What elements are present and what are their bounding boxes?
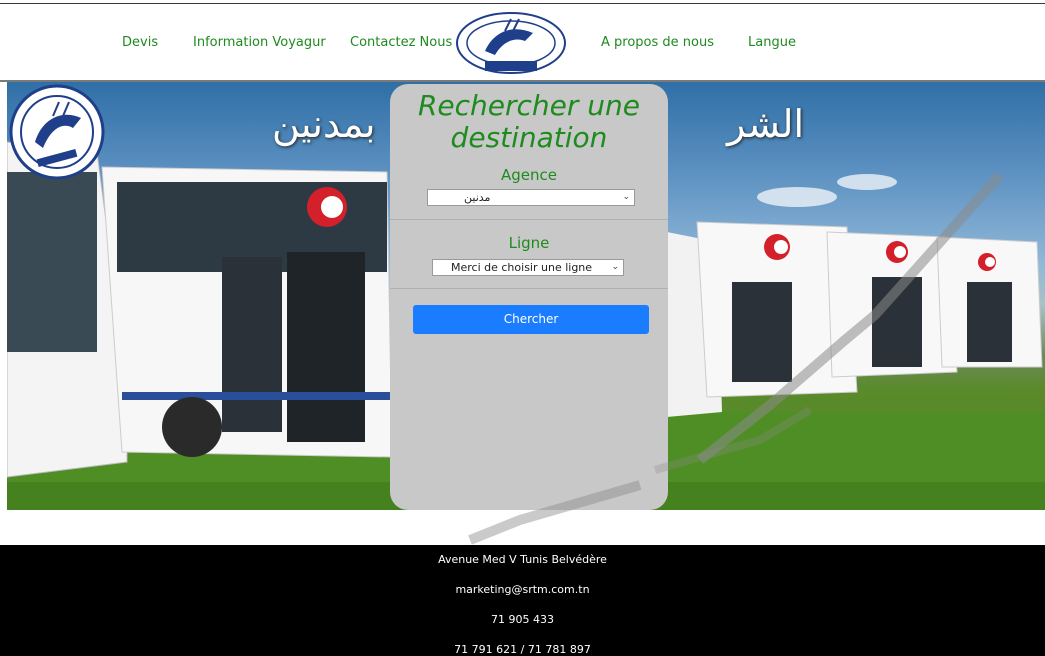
search-title-line1: Rechercher une — [417, 89, 641, 122]
chevron-down-icon: ⌄ — [611, 262, 619, 272]
hero-arabic-text-right: الشر — [727, 102, 805, 146]
agence-label: Agence — [501, 166, 557, 184]
nav-information-voyageur[interactable]: Information Voyagur — [193, 35, 326, 50]
agence-select-value: مدنين — [464, 191, 491, 204]
footer-address: Avenue Med V Tunis Belvédère — [438, 553, 607, 566]
agence-select[interactable]: مدنين ⌄ — [427, 189, 635, 206]
chercher-button[interactable]: Chercher — [413, 305, 649, 334]
footer-phone-secondary: 71 791 621 / 71 781 897 — [454, 643, 591, 656]
panel-divider — [390, 288, 668, 289]
nav-contactez-nous[interactable]: Contactez Nous — [350, 35, 452, 50]
srtm-emblem-logo — [9, 84, 105, 180]
top-navbar: Devis Information Voyagur Contactez Nous… — [0, 4, 1045, 80]
ligne-select-value: Merci de choisir une ligne — [451, 261, 593, 274]
nav-a-propos[interactable]: A propos de nous — [601, 35, 714, 50]
search-panel: Rechercher une destination Agence مدنين … — [390, 84, 668, 510]
nav-langue[interactable]: Langue — [748, 35, 796, 50]
hero-arabic-text-left: بمدنين — [272, 102, 376, 146]
nav-devis[interactable]: Devis — [122, 35, 158, 50]
search-title: Rechercher une destination — [390, 90, 668, 154]
panel-divider — [390, 219, 668, 220]
search-title-line2: destination — [450, 121, 608, 154]
footer-email[interactable]: marketing@srtm.com.tn — [0, 583, 1045, 596]
srtm-logo[interactable] — [455, 11, 568, 75]
chevron-down-icon: ⌄ — [622, 192, 630, 202]
ligne-label: Ligne — [508, 234, 550, 252]
site-footer: Avenue Med V Tunis Belvédère marketing@s… — [0, 545, 1045, 656]
ligne-select[interactable]: Merci de choisir une ligne ⌄ — [432, 259, 624, 276]
footer-phone: 71 905 433 — [491, 613, 554, 626]
